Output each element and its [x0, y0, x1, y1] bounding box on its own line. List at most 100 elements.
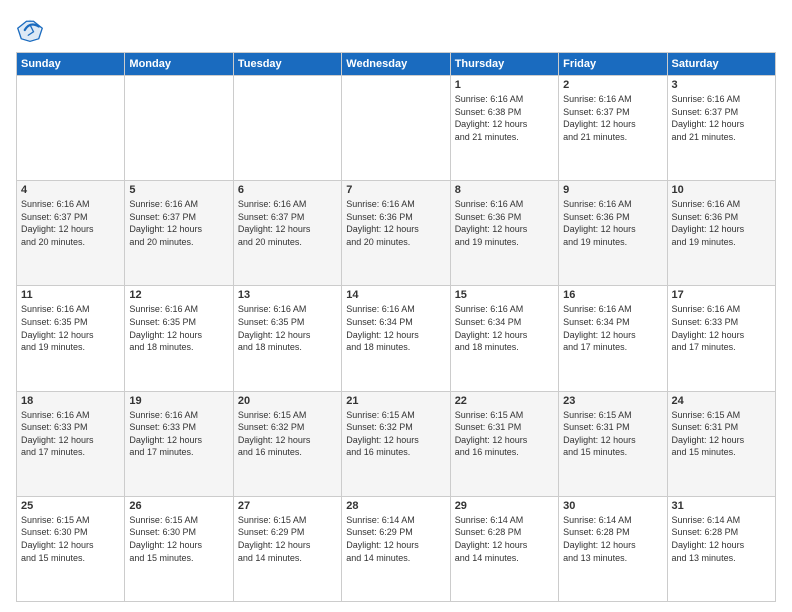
day-info: Sunrise: 6:16 AM Sunset: 6:37 PM Dayligh… [21, 198, 120, 248]
week-row-2: 4Sunrise: 6:16 AM Sunset: 6:37 PM Daylig… [17, 181, 776, 286]
day-number: 10 [672, 184, 771, 196]
day-info: Sunrise: 6:16 AM Sunset: 6:38 PM Dayligh… [455, 93, 554, 143]
day-number: 13 [238, 289, 337, 301]
day-info: Sunrise: 6:15 AM Sunset: 6:32 PM Dayligh… [346, 409, 445, 459]
day-info: Sunrise: 6:16 AM Sunset: 6:35 PM Dayligh… [238, 303, 337, 353]
day-cell: 25 Sunrise: 6:15 AM Sunset: 6:30 PM Dayli… [17, 496, 125, 601]
day-number: 7 [346, 184, 445, 196]
day-cell: 3Sunrise: 6:16 AM Sunset: 6:37 PM Daylig… [667, 76, 775, 181]
day-info: Sunrise: 6:16 AM Sunset: 6:34 PM Dayligh… [346, 303, 445, 353]
day-cell: 12 Sunrise: 6:16 AM Sunset: 6:35 PM Dayli… [125, 286, 233, 391]
day-number: 12 [129, 289, 228, 301]
day-number: 25 [21, 500, 120, 512]
day-info: Sunrise: 6:16 AM Sunset: 6:37 PM Dayligh… [672, 93, 771, 143]
logo-icon [16, 16, 44, 44]
day-info: Sunrise: 6:16 AM Sunset: 6:35 PM Dayligh… [129, 303, 228, 353]
week-row-1: 1 Sunrise: 6:16 AM Sunset: 6:38 PM Daylig… [17, 76, 776, 181]
calendar-table: SundayMondayTuesdayWednesdayThursdayFrid… [16, 52, 776, 602]
day-number: 8 [455, 184, 554, 196]
weekday-row: SundayMondayTuesdayWednesdayThursdayFrid… [17, 53, 776, 76]
day-number: 28 [346, 500, 445, 512]
week-row-4: 18 Sunrise: 6:16 AM Sunset: 6:33 PM Dayli… [17, 391, 776, 496]
day-info: Sunrise: 6:16 AM Sunset: 6:33 PM Dayligh… [21, 409, 120, 459]
day-number: 26 [129, 500, 228, 512]
day-cell: 21 Sunrise: 6:15 AM Sunset: 6:32 PM Dayli… [342, 391, 450, 496]
weekday-header-friday: Friday [559, 53, 667, 76]
day-cell: 24 Sunrise: 6:15 AM Sunset: 6:31 PM Dayli… [667, 391, 775, 496]
day-cell: 15Sunrise: 6:16 AM Sunset: 6:34 PM Dayli… [450, 286, 558, 391]
day-number: 24 [672, 395, 771, 407]
week-row-3: 11 Sunrise: 6:16 AM Sunset: 6:35 PM Dayli… [17, 286, 776, 391]
day-number: 19 [129, 395, 228, 407]
day-info: Sunrise: 6:16 AM Sunset: 6:37 PM Dayligh… [563, 93, 662, 143]
weekday-header-thursday: Thursday [450, 53, 558, 76]
day-info: Sunrise: 6:16 AM Sunset: 6:33 PM Dayligh… [672, 303, 771, 353]
day-cell: 10 Sunrise: 6:16 AM Sunset: 6:36 PM Dayli… [667, 181, 775, 286]
day-number: 18 [21, 395, 120, 407]
day-cell: 11 Sunrise: 6:16 AM Sunset: 6:35 PM Dayli… [17, 286, 125, 391]
day-cell: 7 Sunrise: 6:16 AM Sunset: 6:36 PM Daylig… [342, 181, 450, 286]
day-number: 14 [346, 289, 445, 301]
day-info: Sunrise: 6:15 AM Sunset: 6:30 PM Dayligh… [129, 514, 228, 564]
day-info: Sunrise: 6:16 AM Sunset: 6:37 PM Dayligh… [129, 198, 228, 248]
day-number: 11 [21, 289, 120, 301]
day-cell: 9 Sunrise: 6:16 AM Sunset: 6:36 PM Daylig… [559, 181, 667, 286]
day-number: 9 [563, 184, 662, 196]
day-cell: 2 Sunrise: 6:16 AM Sunset: 6:37 PM Daylig… [559, 76, 667, 181]
day-info: Sunrise: 6:16 AM Sunset: 6:33 PM Dayligh… [129, 409, 228, 459]
day-cell: 31Sunrise: 6:14 AM Sunset: 6:28 PM Dayli… [667, 496, 775, 601]
day-cell: 14 Sunrise: 6:16 AM Sunset: 6:34 PM Dayli… [342, 286, 450, 391]
day-info: Sunrise: 6:14 AM Sunset: 6:29 PM Dayligh… [346, 514, 445, 564]
day-number: 2 [563, 79, 662, 91]
day-cell: 18 Sunrise: 6:16 AM Sunset: 6:33 PM Dayli… [17, 391, 125, 496]
day-cell: 13 Sunrise: 6:16 AM Sunset: 6:35 PM Dayli… [233, 286, 341, 391]
day-cell: 1 Sunrise: 6:16 AM Sunset: 6:38 PM Daylig… [450, 76, 558, 181]
day-info: Sunrise: 6:15 AM Sunset: 6:31 PM Dayligh… [672, 409, 771, 459]
week-row-5: 25 Sunrise: 6:15 AM Sunset: 6:30 PM Dayli… [17, 496, 776, 601]
day-cell [125, 76, 233, 181]
day-info: Sunrise: 6:15 AM Sunset: 6:31 PM Dayligh… [563, 409, 662, 459]
day-cell: 4Sunrise: 6:16 AM Sunset: 6:37 PM Daylig… [17, 181, 125, 286]
day-cell: 28 Sunrise: 6:14 AM Sunset: 6:29 PM Dayli… [342, 496, 450, 601]
day-info: Sunrise: 6:16 AM Sunset: 6:34 PM Dayligh… [563, 303, 662, 353]
day-cell: 27Sunrise: 6:15 AM Sunset: 6:29 PM Dayli… [233, 496, 341, 601]
day-cell: 30 Sunrise: 6:14 AM Sunset: 6:28 PM Dayli… [559, 496, 667, 601]
day-info: Sunrise: 6:15 AM Sunset: 6:29 PM Dayligh… [238, 514, 337, 564]
day-number: 16 [563, 289, 662, 301]
day-cell: 8Sunrise: 6:16 AM Sunset: 6:36 PM Daylig… [450, 181, 558, 286]
day-info: Sunrise: 6:16 AM Sunset: 6:34 PM Dayligh… [455, 303, 554, 353]
page: SundayMondayTuesdayWednesdayThursdayFrid… [0, 0, 792, 612]
day-number: 1 [455, 79, 554, 91]
day-number: 22 [455, 395, 554, 407]
calendar-body: 1 Sunrise: 6:16 AM Sunset: 6:38 PM Daylig… [17, 76, 776, 602]
weekday-header-wednesday: Wednesday [342, 53, 450, 76]
day-cell: 26 Sunrise: 6:15 AM Sunset: 6:30 PM Dayli… [125, 496, 233, 601]
day-cell: 23 Sunrise: 6:15 AM Sunset: 6:31 PM Dayli… [559, 391, 667, 496]
day-number: 23 [563, 395, 662, 407]
day-cell: 19 Sunrise: 6:16 AM Sunset: 6:33 PM Dayli… [125, 391, 233, 496]
day-info: Sunrise: 6:16 AM Sunset: 6:36 PM Dayligh… [346, 198, 445, 248]
calendar: SundayMondayTuesdayWednesdayThursdayFrid… [16, 52, 776, 602]
day-number: 6 [238, 184, 337, 196]
day-cell: 6Sunrise: 6:16 AM Sunset: 6:37 PM Daylig… [233, 181, 341, 286]
day-cell [342, 76, 450, 181]
day-info: Sunrise: 6:14 AM Sunset: 6:28 PM Dayligh… [563, 514, 662, 564]
day-cell: 20Sunrise: 6:15 AM Sunset: 6:32 PM Dayli… [233, 391, 341, 496]
logo [16, 16, 48, 44]
weekday-header-saturday: Saturday [667, 53, 775, 76]
day-number: 21 [346, 395, 445, 407]
day-cell: 29Sunrise: 6:14 AM Sunset: 6:28 PM Dayli… [450, 496, 558, 601]
day-number: 17 [672, 289, 771, 301]
day-info: Sunrise: 6:14 AM Sunset: 6:28 PM Dayligh… [672, 514, 771, 564]
day-number: 30 [563, 500, 662, 512]
day-info: Sunrise: 6:16 AM Sunset: 6:36 PM Dayligh… [563, 198, 662, 248]
day-info: Sunrise: 6:16 AM Sunset: 6:36 PM Dayligh… [672, 198, 771, 248]
day-info: Sunrise: 6:15 AM Sunset: 6:31 PM Dayligh… [455, 409, 554, 459]
weekday-header-tuesday: Tuesday [233, 53, 341, 76]
day-cell: 5Sunrise: 6:16 AM Sunset: 6:37 PM Daylig… [125, 181, 233, 286]
day-info: Sunrise: 6:16 AM Sunset: 6:35 PM Dayligh… [21, 303, 120, 353]
day-cell [233, 76, 341, 181]
day-info: Sunrise: 6:15 AM Sunset: 6:30 PM Dayligh… [21, 514, 120, 564]
day-cell: 22 Sunrise: 6:15 AM Sunset: 6:31 PM Dayli… [450, 391, 558, 496]
day-number: 20 [238, 395, 337, 407]
